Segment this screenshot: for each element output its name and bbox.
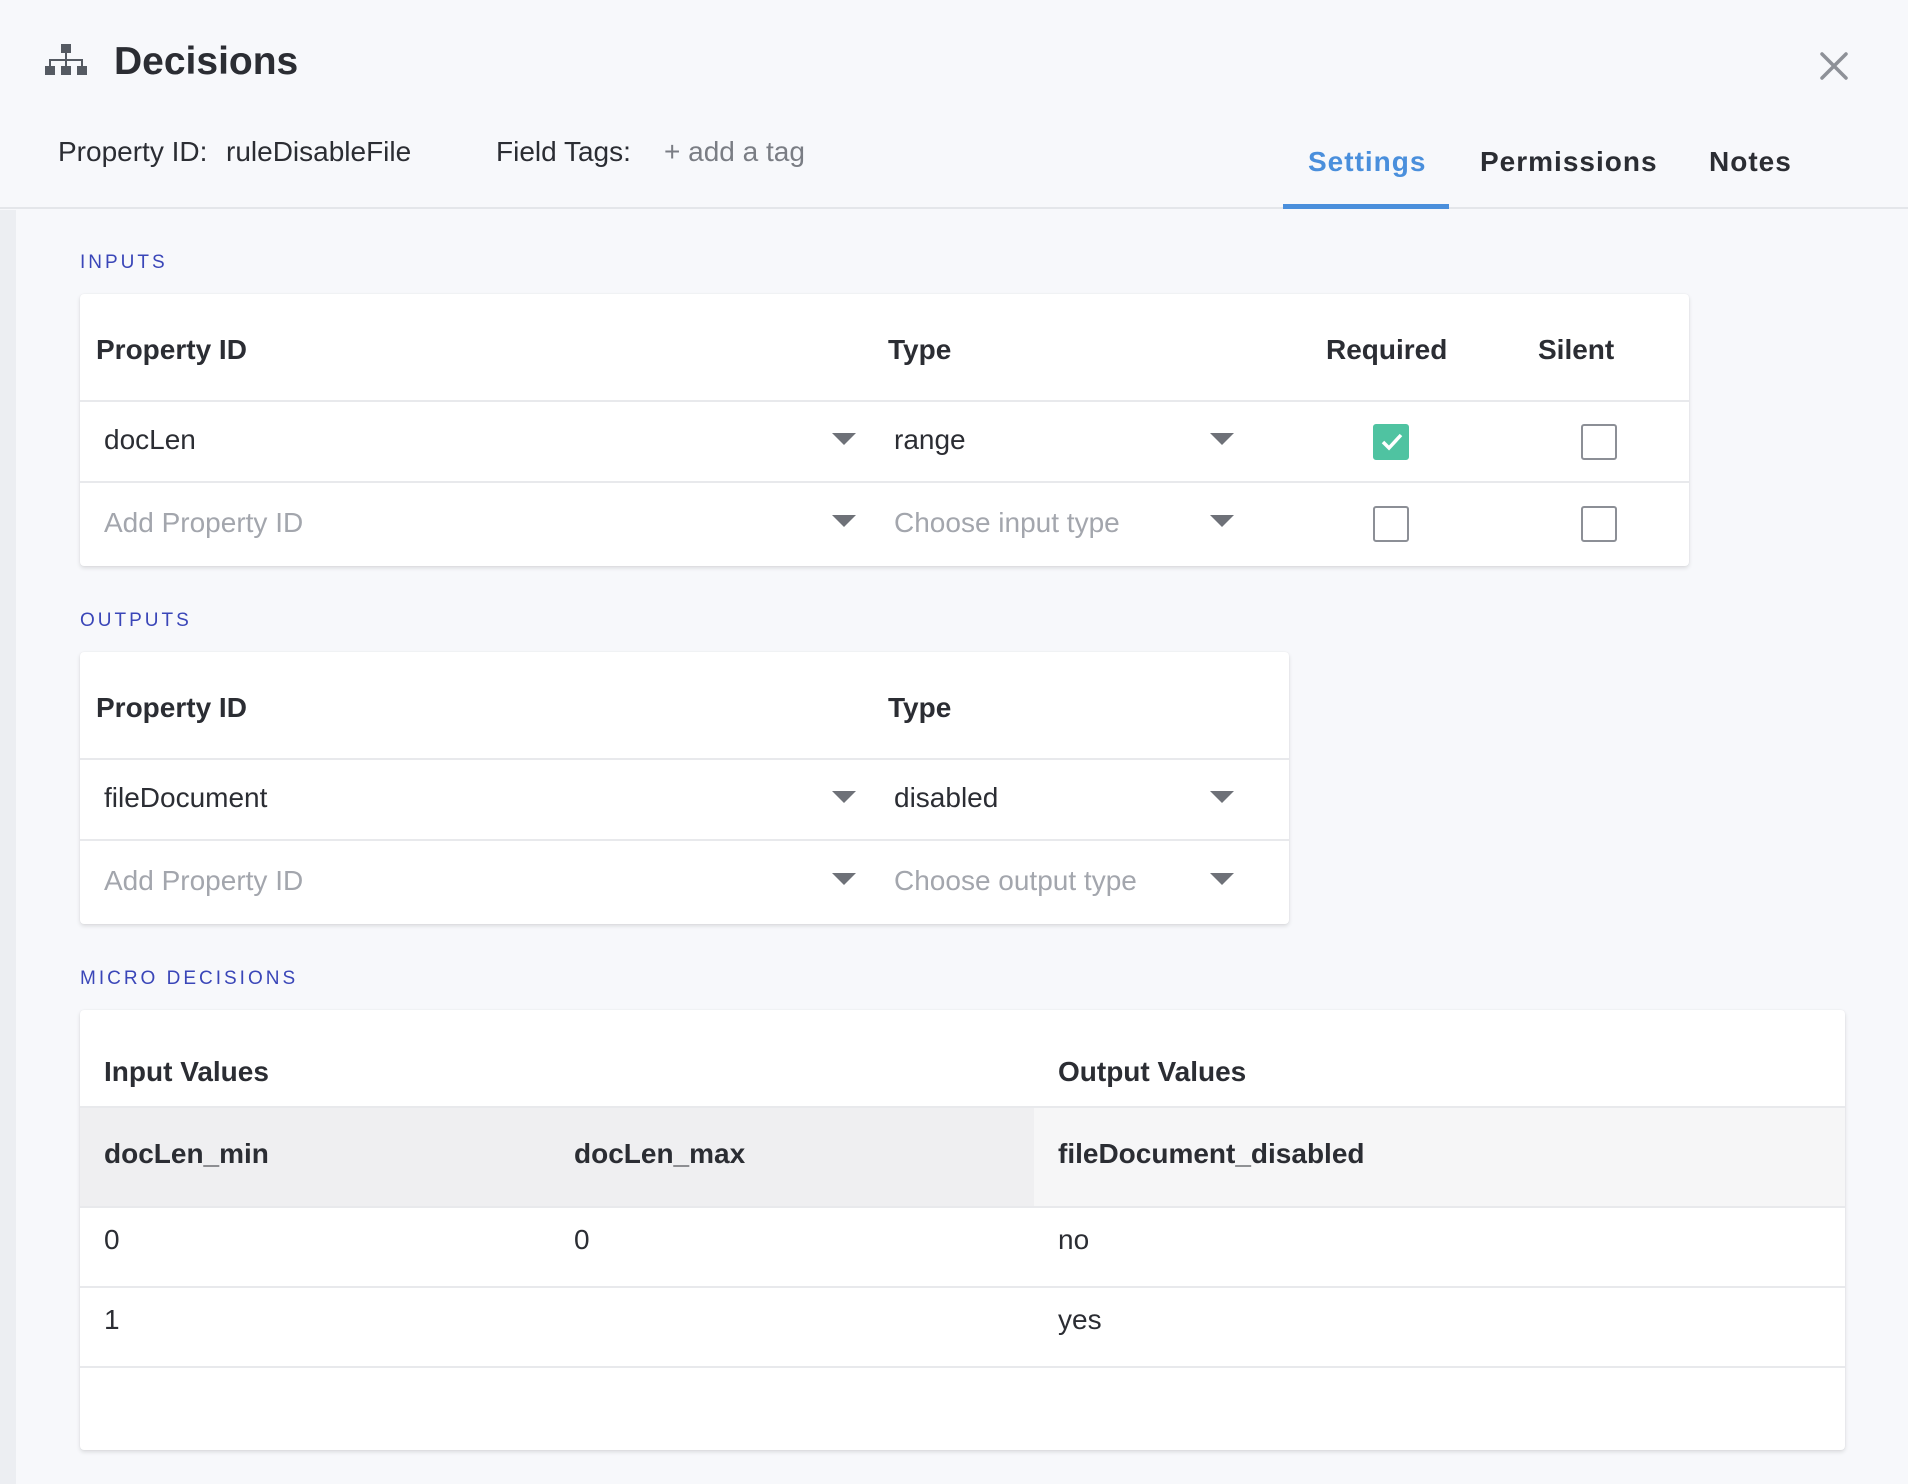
inputs-header-required: Required: [1326, 334, 1448, 365]
chevron-down-icon: [1210, 791, 1234, 803]
required-checkbox[interactable]: [1373, 506, 1409, 542]
divider: [80, 1206, 1845, 1208]
add-output-type-select[interactable]: Choose output type: [870, 841, 1250, 921]
input-type-value: range: [894, 424, 966, 455]
add-property-placeholder: Add Property ID: [104, 507, 304, 538]
column-header: fileDocument_disabled: [1058, 1138, 1365, 1169]
input-type-select[interactable]: range: [870, 402, 1250, 480]
input-values-header: Input Values: [104, 1056, 269, 1087]
modal-title: Decisions: [114, 40, 299, 83]
tab-settings[interactable]: Settings: [1308, 146, 1426, 178]
chevron-down-icon: [832, 433, 856, 445]
micro-decisions-table: Input Values Output Values docLen_min do…: [80, 1010, 1845, 1450]
add-input-type-select[interactable]: Choose input type: [870, 483, 1250, 563]
outputs-header-type: Type: [888, 692, 952, 723]
inputs-section-label: INPUTS: [80, 252, 168, 273]
input-property-value: docLen: [104, 424, 196, 455]
chevron-down-icon: [832, 873, 856, 885]
choose-input-type-placeholder: Choose input type: [894, 507, 1120, 538]
divider: [80, 1286, 1845, 1288]
table-cell[interactable]: 1: [104, 1304, 120, 1336]
column-header: docLen_max: [574, 1138, 746, 1169]
add-input-property-select[interactable]: Add Property ID: [80, 483, 860, 563]
output-values-header: Output Values: [1058, 1056, 1247, 1087]
table-cell[interactable]: 0: [104, 1224, 120, 1256]
table-cell[interactable]: yes: [1058, 1304, 1102, 1336]
silent-checkbox[interactable]: [1581, 424, 1617, 460]
close-icon[interactable]: [1812, 44, 1856, 88]
modal-header: Decisions Property ID: ruleDisableFile F…: [0, 0, 1908, 209]
divider: [80, 1366, 1845, 1368]
required-checkbox[interactable]: [1373, 424, 1409, 460]
chevron-down-icon: [832, 515, 856, 527]
tab-notes[interactable]: Notes: [1709, 146, 1792, 178]
output-type-value: disabled: [894, 782, 999, 813]
table-cell[interactable]: 0: [574, 1224, 590, 1256]
chevron-down-icon: [832, 791, 856, 803]
property-id-value: ruleDisableFile: [226, 136, 412, 167]
add-tag-button[interactable]: + add a tag: [664, 136, 805, 168]
add-output-property-select[interactable]: Add Property ID: [80, 841, 860, 921]
inputs-header-silent: Silent: [1538, 334, 1615, 365]
chevron-down-icon: [1210, 515, 1234, 527]
chevron-down-icon: [1210, 873, 1234, 885]
tab-permissions[interactable]: Permissions: [1480, 146, 1658, 178]
settings-panel: INPUTS Property ID Type Required Silent …: [16, 211, 1892, 1484]
property-id-label: Property ID:: [58, 136, 208, 167]
add-property-placeholder: Add Property ID: [104, 865, 304, 896]
divider: [80, 1106, 1845, 1108]
silent-checkbox[interactable]: [1581, 506, 1617, 542]
inputs-header-property-id: Property ID: [96, 334, 247, 365]
micro-decisions-section-label: MICRO DECISIONS: [80, 968, 299, 989]
outputs-table: Property ID Type fileDocument disabled A…: [80, 652, 1289, 924]
outputs-section-label: OUTPUTS: [80, 610, 192, 631]
sitemap-icon: [44, 44, 88, 78]
table-cell[interactable]: no: [1058, 1224, 1089, 1256]
field-tags-label: Field Tags:: [496, 136, 631, 167]
active-tab-indicator: [1283, 204, 1449, 209]
column-header: docLen_min: [104, 1138, 269, 1169]
inputs-header-type: Type: [888, 334, 952, 365]
chevron-down-icon: [1210, 433, 1234, 445]
outputs-header-property-id: Property ID: [96, 692, 247, 723]
decisions-modal: Decisions Property ID: ruleDisableFile F…: [0, 0, 1908, 1484]
output-property-value: fileDocument: [104, 782, 268, 813]
input-property-select[interactable]: docLen: [80, 402, 860, 480]
choose-output-type-placeholder: Choose output type: [894, 865, 1137, 896]
inputs-table: Property ID Type Required Silent docLen …: [80, 294, 1689, 566]
output-type-select[interactable]: disabled: [870, 760, 1250, 838]
output-property-select[interactable]: fileDocument: [80, 760, 860, 838]
